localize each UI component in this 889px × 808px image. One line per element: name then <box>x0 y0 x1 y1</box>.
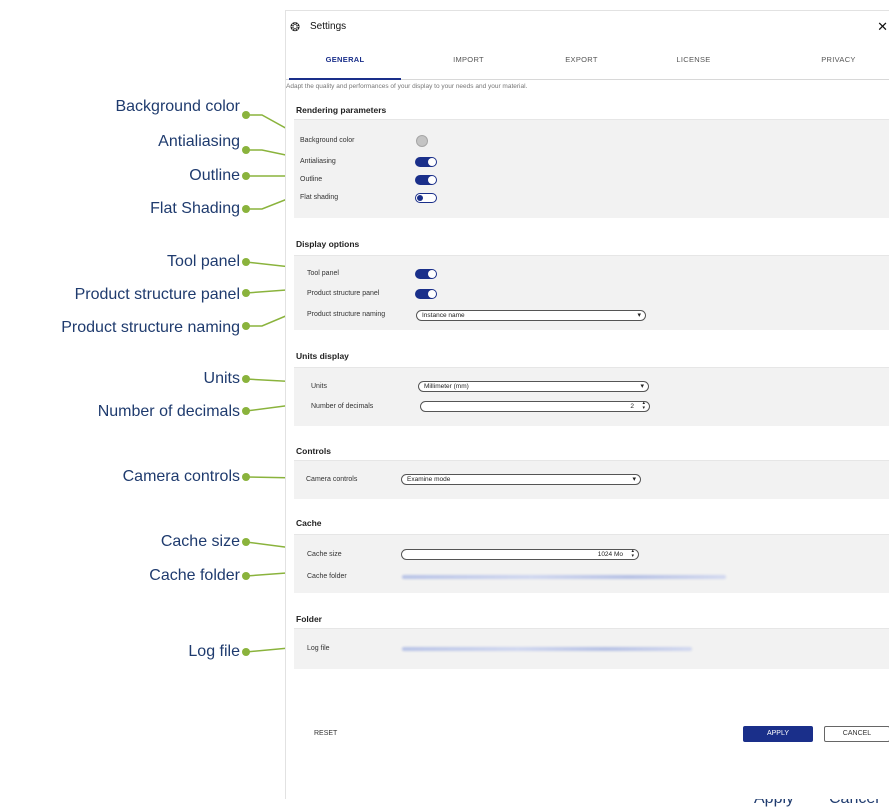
callout-camera-controls: Camera controls <box>122 468 240 485</box>
stepper-arrows-icon[interactable]: ▴ ▾ <box>642 401 645 411</box>
callout-cache-folder: Cache folder <box>149 567 240 584</box>
section-title-display: Display options <box>296 239 360 249</box>
product-structure-naming-value: Instance name <box>422 312 465 319</box>
app-logo-icon: ❂ <box>290 20 301 34</box>
callout-dot <box>242 289 250 297</box>
tab-license[interactable]: LICENSE <box>646 55 741 64</box>
callout-product-structure-panel: Product structure panel <box>74 286 240 303</box>
number-of-decimals-value: 2 <box>630 403 634 410</box>
camera-controls-select[interactable]: Examine mode ▾ <box>401 474 641 485</box>
callout-dot <box>242 172 250 180</box>
units-value: Millimeter (mm) <box>424 383 469 390</box>
callout-dot <box>242 648 250 656</box>
active-tab-indicator <box>289 78 401 80</box>
section-title-controls: Controls <box>296 446 331 456</box>
callout-background-color: Background color <box>115 98 240 115</box>
callout-number-of-decimals: Number of decimals <box>97 403 240 420</box>
callout-units: Units <box>203 370 240 387</box>
controls-panel: Camera controls Examine mode ▾ <box>294 460 889 499</box>
callout-dot <box>242 538 250 546</box>
product-structure-panel-label: Product structure panel <box>307 290 380 297</box>
folder-panel: Log file <box>294 628 889 669</box>
tab-import[interactable]: IMPORT <box>421 55 516 64</box>
callout-dot <box>242 146 250 154</box>
chevron-down-icon: ▾ <box>632 476 636 483</box>
number-of-decimals-label: Number of decimals <box>311 403 374 410</box>
cancel-button[interactable]: CANCEL <box>824 726 889 742</box>
tab-privacy[interactable]: PRIVACY <box>791 55 886 64</box>
callout-antialiasing: Antialiasing <box>158 133 240 150</box>
tool-panel-label: Tool panel <box>307 270 339 277</box>
callout-outline: Outline <box>189 167 240 184</box>
close-icon[interactable]: ✕ <box>877 19 888 35</box>
outline-toggle[interactable] <box>415 175 437 185</box>
section-title-rendering: Rendering parameters <box>296 105 387 115</box>
section-title-units: Units display <box>296 351 349 361</box>
product-structure-naming-label: Product structure naming <box>307 311 386 318</box>
callout-log-file: Log file <box>188 643 240 660</box>
description-text: Adapt the quality and performances of yo… <box>286 83 528 90</box>
units-select[interactable]: Millimeter (mm) ▾ <box>418 381 649 392</box>
callout-dot <box>242 322 250 330</box>
camera-controls-label: Camera controls <box>306 476 358 483</box>
callout-cache-size: Cache size <box>160 533 240 550</box>
display-panel: Tool panel Product structure panel Produ… <box>294 255 889 330</box>
cache-size-label: Cache size <box>307 551 342 558</box>
reset-button[interactable]: RESET <box>314 730 337 737</box>
rendering-panel: Background color Antialiasing Outline Fl… <box>294 119 889 218</box>
camera-controls-value: Examine mode <box>407 476 451 483</box>
outline-label: Outline <box>300 176 323 183</box>
product-structure-panel-toggle[interactable] <box>415 289 437 299</box>
number-of-decimals-stepper[interactable]: 2 ▴ ▾ <box>420 401 650 412</box>
dialog-title: Settings <box>310 21 347 32</box>
log-file-path-blurred[interactable] <box>402 647 692 651</box>
background-color-label: Background color <box>300 137 355 144</box>
tab-bar: GENERAL IMPORT EXPORT LICENSE PRIVACY <box>286 51 889 80</box>
flat-shading-toggle[interactable] <box>415 193 437 203</box>
callout-dot <box>242 205 250 213</box>
cache-folder-label: Cache folder <box>307 573 347 580</box>
tab-general[interactable]: GENERAL <box>289 55 401 64</box>
cache-size-value: 1024 Mo <box>597 551 623 558</box>
callout-product-structure-naming: Product structure naming <box>61 319 240 336</box>
callout-dot <box>242 258 250 266</box>
title-bar: ❂ Settings ✕ <box>286 11 889 41</box>
product-structure-naming-select[interactable]: Instance name ▾ <box>416 310 646 321</box>
stepper-arrows-icon[interactable]: ▴ ▾ <box>631 549 634 559</box>
background-color-swatch[interactable] <box>416 135 428 147</box>
settings-dialog: ❂ Settings ✕ GENERAL IMPORT EXPORT LICEN… <box>285 10 889 799</box>
chevron-down-icon: ▾ <box>637 312 641 319</box>
tab-export[interactable]: EXPORT <box>534 55 629 64</box>
chevron-down-icon: ▾ <box>640 383 644 390</box>
cache-size-stepper[interactable]: 1024 Mo ▴ ▾ <box>401 549 639 560</box>
section-title-cache: Cache <box>296 518 322 528</box>
callout-dot <box>242 111 250 119</box>
callout-dot <box>242 375 250 383</box>
tool-panel-toggle[interactable] <box>415 269 437 279</box>
callout-dot <box>242 572 250 580</box>
apply-button[interactable]: APPLY <box>743 726 813 742</box>
antialiasing-label: Antialiasing <box>300 158 336 165</box>
antialiasing-toggle[interactable] <box>415 157 437 167</box>
callout-dot <box>242 473 250 481</box>
units-label: Units <box>311 383 327 390</box>
callout-flat-shading: Flat Shading <box>150 200 240 217</box>
cache-panel: Cache size 1024 Mo ▴ ▾ Cache folder <box>294 534 889 593</box>
units-panel: Units Millimeter (mm) ▾ Number of decima… <box>294 367 889 426</box>
callout-dot <box>242 407 250 415</box>
callout-tool-panel: Tool panel <box>167 253 240 270</box>
log-file-label: Log file <box>307 645 330 652</box>
section-title-folder: Folder <box>296 614 322 624</box>
cache-folder-path-blurred[interactable] <box>402 575 726 579</box>
flat-shading-label: Flat shading <box>300 194 339 201</box>
